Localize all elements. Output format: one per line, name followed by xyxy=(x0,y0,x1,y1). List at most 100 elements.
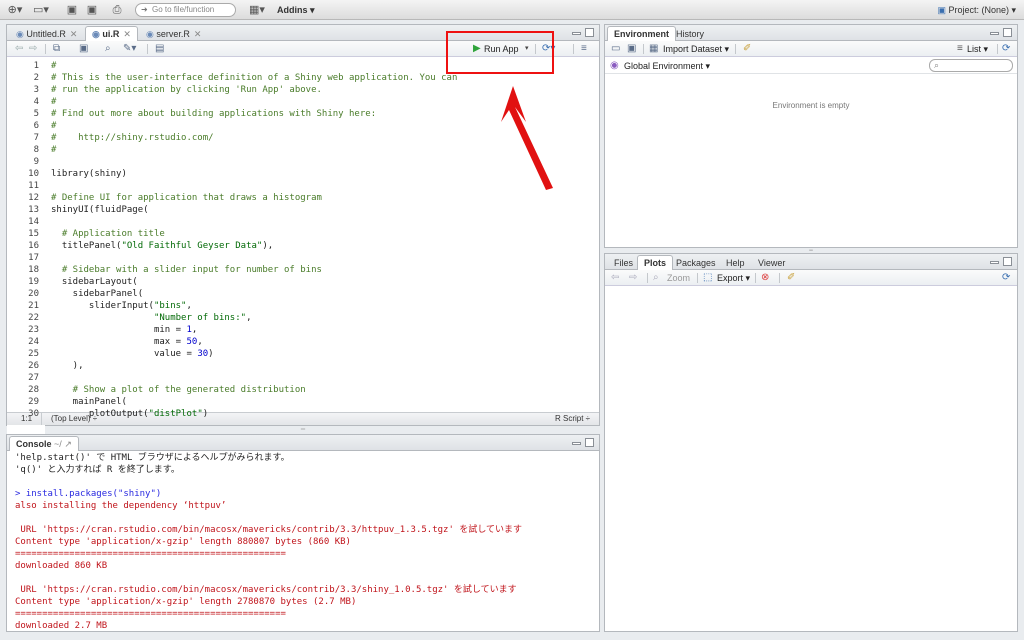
save-icon[interactable]: ▣ xyxy=(79,43,88,55)
files-plots-pane: Files Plots Packages Help Viewer ⇦ ⇨ ⌕ Z… xyxy=(604,253,1018,632)
maximize-pane-icon[interactable] xyxy=(1003,257,1012,266)
export-icon: ⬚ xyxy=(703,272,713,283)
code-line[interactable]: # Application title xyxy=(51,228,165,240)
clear-broom-icon[interactable]: ✐ xyxy=(743,43,751,55)
zoom-button[interactable]: Zoom xyxy=(667,272,690,284)
open-project-icon[interactable]: ▭▾ xyxy=(30,3,52,17)
console-line: downloaded 860 KB xyxy=(15,561,108,571)
search-icon[interactable]: ⌕ xyxy=(105,43,111,55)
tab-server-r[interactable]: ◉ server.R ✕ xyxy=(139,26,208,41)
forward-arrow-icon[interactable]: ⇨ xyxy=(29,43,37,55)
code-line[interactable]: shinyUI(fluidPage( xyxy=(51,204,149,216)
tab-history[interactable]: History xyxy=(669,26,711,41)
back-arrow-icon[interactable]: ⇦ xyxy=(15,43,23,55)
tab-files[interactable]: Files xyxy=(607,255,640,270)
vertical-splitter[interactable]: ═ xyxy=(6,427,600,433)
tab-help[interactable]: Help xyxy=(719,255,752,270)
document-outline-icon[interactable]: ≡ xyxy=(581,43,587,55)
code-line[interactable]: "Number of bins:", xyxy=(51,312,252,324)
import-dataset-button[interactable]: Import Dataset ▾ xyxy=(663,43,729,55)
code-line[interactable]: # Sidebar with a slider input for number… xyxy=(51,264,322,276)
code-line[interactable]: plotOutput("distPlot") xyxy=(51,408,208,420)
layout-grid-icon[interactable]: ▦▾ xyxy=(246,3,268,17)
line-number: 13 xyxy=(28,205,39,215)
maximize-pane-icon[interactable] xyxy=(585,438,594,447)
show-in-window-icon[interactable]: ⧉ xyxy=(53,43,60,55)
maximize-pane-icon[interactable] xyxy=(585,28,594,37)
code-line[interactable]: # Find out more about building applicati… xyxy=(51,108,376,120)
tab-untitled-r[interactable]: ◉ Untitled.R ✕ xyxy=(9,26,84,41)
environment-search-input[interactable]: ⌕ xyxy=(929,59,1013,72)
code-line[interactable]: # xyxy=(51,144,56,156)
code-line[interactable]: # run the application by clicking 'Run A… xyxy=(51,84,322,96)
code-line[interactable]: sliderInput("bins", xyxy=(51,300,192,312)
save-all-icon[interactable]: ▣ xyxy=(86,3,98,17)
code-line[interactable]: ), xyxy=(51,360,84,372)
import-dataset-icon[interactable]: ▦ xyxy=(649,43,658,55)
code-line[interactable]: # This is the user-interface definition … xyxy=(51,72,457,84)
code-line[interactable]: # xyxy=(51,96,56,108)
tab-ui-r[interactable]: ◉ ui.R ✕ xyxy=(85,26,138,41)
toolbar-separator xyxy=(643,44,644,54)
minimize-pane-icon[interactable] xyxy=(572,32,581,35)
environment-scope-selector[interactable]: Global Environment ▾ xyxy=(624,61,710,72)
code-line[interactable]: max = 50, xyxy=(51,336,203,348)
tab-console[interactable]: Console ~/ ↗ xyxy=(9,436,79,451)
close-icon[interactable]: ✕ xyxy=(194,29,202,39)
code-line[interactable]: # xyxy=(51,60,56,72)
tab-packages[interactable]: Packages xyxy=(669,255,723,270)
console-line: Content type 'application/x-gzip' length… xyxy=(15,537,351,547)
minimize-pane-icon[interactable] xyxy=(572,442,581,445)
file-type-selector[interactable]: R Script ÷ xyxy=(555,413,590,425)
new-file-icon[interactable]: ⊕▾ xyxy=(4,3,26,17)
go-to-dir-icon[interactable]: ↗ xyxy=(64,439,72,449)
code-line[interactable]: # Define UI for application that draws a… xyxy=(51,192,322,204)
code-line[interactable]: sidebarLayout( xyxy=(51,276,138,288)
code-line[interactable]: library(shiny) xyxy=(51,168,127,180)
code-tools-icon[interactable]: ✎▾ xyxy=(123,43,136,55)
print-icon[interactable]: ⎙ xyxy=(110,3,124,17)
save-icon[interactable]: ▣ xyxy=(66,3,78,17)
zoom-icon[interactable]: ⌕ xyxy=(653,272,659,284)
addins-menu[interactable]: Addins ▾ xyxy=(277,3,315,17)
code-line[interactable]: # http://shiny.rstudio.com/ xyxy=(51,132,214,144)
refresh-icon[interactable]: ⟳ xyxy=(1002,272,1010,284)
view-mode-selector[interactable]: List ▾ xyxy=(967,43,988,55)
maximize-pane-icon[interactable] xyxy=(1003,28,1012,37)
close-icon[interactable]: ✕ xyxy=(123,29,131,39)
code-line[interactable]: # Show a plot of the generated distribut… xyxy=(51,384,306,396)
line-number: 10 xyxy=(28,169,39,179)
remove-plot-icon[interactable]: ⊗ xyxy=(761,272,769,284)
code-line[interactable]: min = 1, xyxy=(51,324,197,336)
clear-broom-icon[interactable]: ✐ xyxy=(787,272,795,284)
console-line: downloaded 2.7 MB xyxy=(15,621,108,631)
load-workspace-icon[interactable]: ▭ xyxy=(611,43,620,55)
project-menu[interactable]: ▣ Project: (None) ▾ xyxy=(937,3,1016,17)
line-number: 24 xyxy=(28,337,39,347)
close-icon[interactable]: ✕ xyxy=(70,29,78,39)
line-number: 27 xyxy=(28,373,39,383)
toolbar-separator xyxy=(147,44,148,54)
code-line[interactable]: titlePanel("Old Faithful Geyser Data"), xyxy=(51,240,273,252)
plots-toolbar: ⇦ ⇨ ⌕ Zoom ⬚ Export ▾ ⊗ ✐ ⟳ xyxy=(605,270,1017,286)
toolbar-separator xyxy=(755,273,756,283)
compile-report-icon[interactable]: ▤ xyxy=(155,43,164,55)
minimize-pane-icon[interactable] xyxy=(990,261,999,264)
tab-plots[interactable]: Plots xyxy=(637,255,674,270)
code-line[interactable]: value = 30) xyxy=(51,348,214,360)
tab-viewer[interactable]: Viewer xyxy=(751,255,792,270)
tab-label: ui.R xyxy=(102,29,120,39)
code-line[interactable]: # xyxy=(51,120,56,132)
minimize-pane-icon[interactable] xyxy=(990,32,999,35)
code-line[interactable]: mainPanel( xyxy=(51,396,127,408)
previous-plot-icon[interactable]: ⇦ xyxy=(611,272,619,284)
save-workspace-icon[interactable]: ▣ xyxy=(627,43,636,55)
tab-environment[interactable]: Environment xyxy=(607,26,677,41)
list-view-icon: ≡ xyxy=(957,43,963,54)
export-menu[interactable]: Export ▾ xyxy=(717,272,750,284)
next-plot-icon[interactable]: ⇨ xyxy=(629,272,637,284)
line-number: 21 xyxy=(28,301,39,311)
refresh-icon[interactable]: ⟳ xyxy=(1002,43,1010,55)
goto-file-input[interactable]: ➜ Go to file/function xyxy=(135,3,236,17)
code-line[interactable]: sidebarPanel( xyxy=(51,288,143,300)
